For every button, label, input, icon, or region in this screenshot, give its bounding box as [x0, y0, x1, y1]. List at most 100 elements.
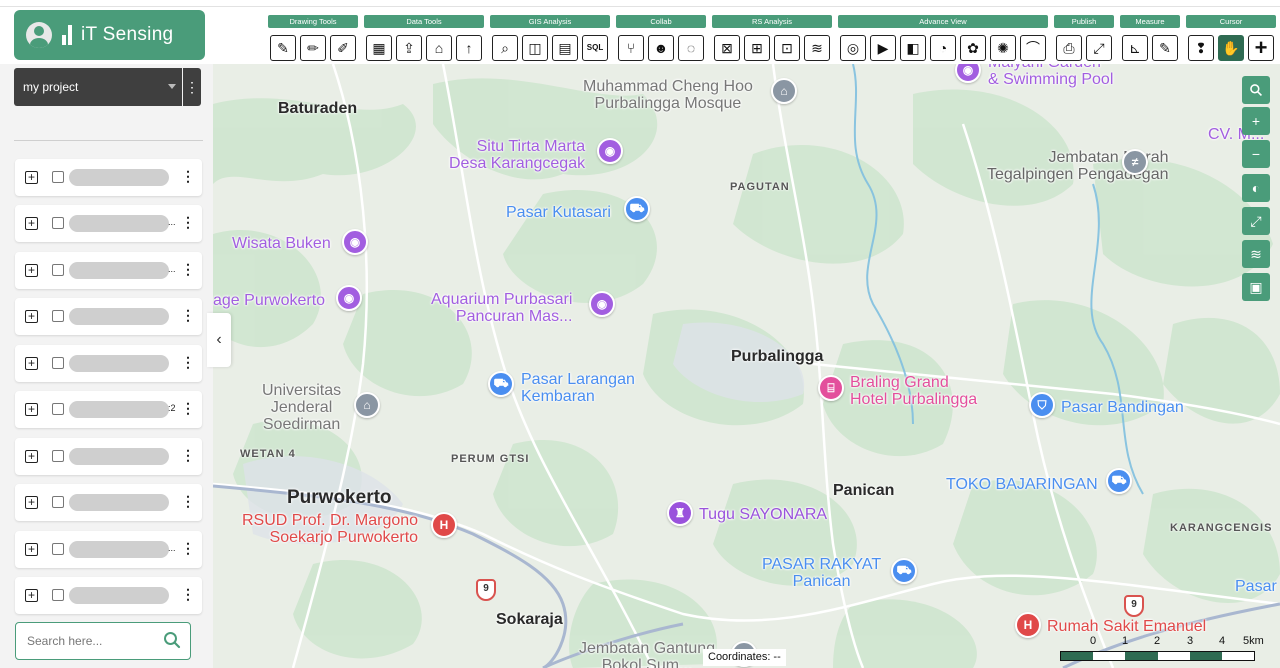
zoom-in-button[interactable]: +: [1242, 107, 1270, 135]
edit-feature-icon[interactable]: ✐: [330, 35, 356, 61]
band-math-icon[interactable]: ⊞: [744, 35, 770, 61]
mosque-icon[interactable]: ⌂: [771, 78, 797, 104]
expand-icon[interactable]: +: [25, 171, 38, 184]
layer-visibility-checkbox[interactable]: [52, 450, 64, 462]
attribute-table-icon[interactable]: ▦: [366, 35, 392, 61]
export-data-icon[interactable]: ↑: [456, 35, 482, 61]
expand-icon[interactable]: +: [25, 589, 38, 602]
layer-visibility-checkbox[interactable]: [52, 496, 64, 508]
import-layer-icon[interactable]: ⌂: [426, 35, 452, 61]
map-poi-label[interactable]: Pasar Larangan Kembaran: [521, 371, 635, 405]
swipe-icon[interactable]: ◧: [900, 35, 926, 61]
layer-visibility-checkbox[interactable]: [52, 357, 64, 369]
app-logo[interactable]: iT Sensing: [14, 10, 205, 60]
pie-chart-icon[interactable]: ◔: [930, 35, 956, 61]
layer-visibility-checkbox[interactable]: [52, 589, 64, 601]
map-poi-label[interactable]: Braling Grand Hotel Purbalingga: [850, 374, 977, 408]
map-search-button[interactable]: [1242, 76, 1270, 104]
minimap-icon[interactable]: ▣: [1242, 273, 1270, 301]
map-poi-label[interactable]: Situ Tirta Marta Desa Karangcegak: [449, 138, 585, 172]
map-poi-label[interactable]: Aquarium Purbasari Pancuran Mas...: [431, 291, 572, 325]
team-icon[interactable]: ☻: [648, 35, 674, 61]
layer-item[interactable]: + ⋮: [15, 577, 202, 614]
map-poi-label[interactable]: Muhammad Cheng Hoo Purbalingga Mosque: [583, 78, 753, 112]
print-icon[interactable]: ⎙: [1056, 35, 1082, 61]
sql-icon[interactable]: SQL: [582, 35, 608, 61]
layer-menu-icon[interactable]: ⋮: [181, 541, 195, 555]
map-poi-label[interactable]: age Purwokerto: [213, 292, 325, 309]
classification-icon[interactable]: ⊠: [714, 35, 740, 61]
spectral-index-icon[interactable]: ⊡: [774, 35, 800, 61]
shopping-bag-icon[interactable]: ⛉: [1029, 392, 1055, 418]
share-icon[interactable]: ⑂: [618, 35, 644, 61]
map-poi-label[interactable]: Pasar Kutasari: [506, 204, 611, 221]
layer-menu-icon[interactable]: ⋮: [181, 494, 195, 508]
search-icon[interactable]: [163, 631, 181, 649]
layer-visibility-checkbox[interactable]: [52, 543, 64, 555]
expand-icon[interactable]: +: [25, 264, 38, 277]
project-select[interactable]: my project: [14, 68, 182, 106]
layer-menu-icon[interactable]: ⋮: [181, 215, 195, 229]
map-poi-label[interactable]: Universitas Jenderal Soedirman: [262, 382, 341, 433]
map-poi-label[interactable]: Wisata Buken: [232, 235, 331, 252]
layer-item[interactable]: + ⋮: [15, 438, 202, 475]
basemap-toggle-icon[interactable]: ◐: [1242, 174, 1270, 202]
camera-icon[interactable]: ◉: [597, 138, 623, 164]
layer-menu-icon[interactable]: ⋮: [181, 587, 195, 601]
user-avatar-icon[interactable]: [26, 22, 52, 48]
layer-visibility-checkbox[interactable]: [52, 217, 64, 229]
comment-icon[interactable]: ◌: [678, 35, 704, 61]
layer-item[interactable]: + :2 ⋮: [15, 391, 202, 428]
layer-visibility-checkbox[interactable]: [52, 403, 64, 415]
expand-icon[interactable]: +: [25, 310, 38, 323]
expand-icon[interactable]: +: [25, 496, 38, 509]
layer-menu-icon[interactable]: ⋮: [181, 308, 195, 322]
draw-line-icon[interactable]: ✎: [270, 35, 296, 61]
buffer-icon[interactable]: ◫: [522, 35, 548, 61]
monument-icon[interactable]: ♜: [667, 500, 693, 526]
hospital-icon[interactable]: H: [1015, 612, 1041, 638]
overlay-icon[interactable]: ▤: [552, 35, 578, 61]
camera-icon[interactable]: ◉: [589, 291, 615, 317]
map-poi-label[interactable]: RSUD Prof. Dr. Margono Soekarjo Purwoker…: [242, 512, 418, 546]
university-icon[interactable]: ⌂: [354, 392, 380, 418]
map-poi-label[interactable]: PASAR RAKYAT Panican: [762, 556, 881, 590]
query-icon[interactable]: ⌕: [492, 35, 518, 61]
info-cursor-icon[interactable]: ❢: [1188, 35, 1214, 61]
cluster-icon[interactable]: ✿: [960, 35, 986, 61]
map-poi-label[interactable]: Jembatan Gantung Bokol Sum...: [579, 640, 715, 668]
project-menu-button[interactable]: ⋮: [183, 68, 201, 106]
layer-menu-icon[interactable]: ⋮: [181, 262, 195, 276]
heatmap-icon[interactable]: ✺: [990, 35, 1016, 61]
expand-icon[interactable]: +: [25, 450, 38, 463]
fullscreen-icon[interactable]: ⤢: [1242, 207, 1270, 235]
layer-menu-icon[interactable]: ⋮: [181, 355, 195, 369]
measure-area-icon[interactable]: ✎: [1152, 35, 1178, 61]
layer-visibility-checkbox[interactable]: [52, 171, 64, 183]
expand-icon[interactable]: +: [25, 357, 38, 370]
camera-icon[interactable]: ◉: [342, 229, 368, 255]
layer-item[interactable]: + ⋮: [15, 298, 202, 335]
layer-item[interactable]: + ⋮: [15, 159, 202, 196]
layer-search[interactable]: [15, 622, 191, 660]
play-icon[interactable]: ▶: [870, 35, 896, 61]
shopping-cart-icon[interactable]: ⛟: [624, 196, 650, 222]
publish-map-icon[interactable]: ⤢: [1086, 35, 1112, 61]
zoom-out-button[interactable]: −: [1242, 140, 1270, 168]
shopping-cart-icon[interactable]: ⛟: [488, 371, 514, 397]
crosshair-cursor-icon[interactable]: +: [1248, 35, 1274, 61]
map-poi-label[interactable]: TOKO BAJARINGAN: [946, 476, 1098, 493]
expand-icon[interactable]: +: [25, 217, 38, 230]
pan-cursor-icon[interactable]: ✋: [1218, 35, 1244, 61]
shopping-cart-icon[interactable]: ⛟: [891, 558, 917, 584]
layer-item[interactable]: + ... ⋮: [15, 205, 202, 242]
layer-item[interactable]: + ... ⋮: [15, 252, 202, 289]
layer-item[interactable]: + ... ⋮: [15, 531, 202, 568]
layer-visibility-checkbox[interactable]: [52, 310, 64, 322]
profile-icon[interactable]: ⌒: [1020, 35, 1046, 61]
bridge-icon[interactable]: ≠: [1122, 149, 1148, 175]
search-input[interactable]: [27, 633, 157, 649]
layer-item[interactable]: + ⋮: [15, 345, 202, 382]
shopping-cart-icon[interactable]: ⛟: [1106, 468, 1132, 494]
upload-data-icon[interactable]: ⇪: [396, 35, 422, 61]
